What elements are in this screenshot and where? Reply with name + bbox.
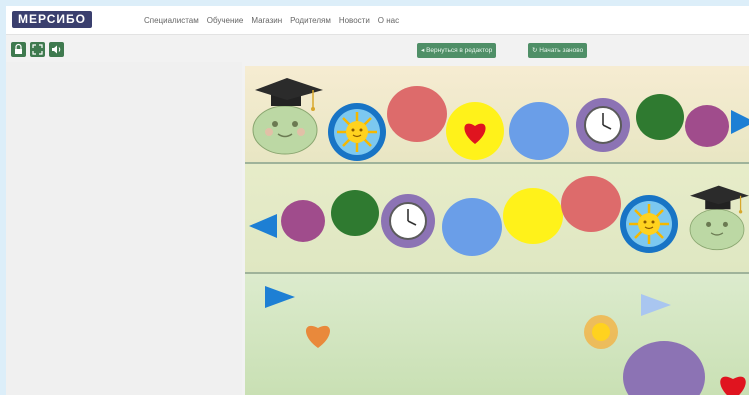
blue-circle[interactable] — [509, 102, 569, 160]
nav-link-about[interactable]: О нас — [378, 16, 399, 25]
restart-label: Начать заново — [539, 47, 584, 54]
orange-heart-icon[interactable] — [301, 320, 335, 348]
purple-circle[interactable] — [281, 200, 325, 242]
board-row-1 — [245, 66, 749, 162]
purple-circle[interactable] — [685, 105, 729, 147]
clock-in-purple-circle[interactable] — [380, 194, 436, 248]
mersibo-logo[interactable]: МЕРСИБО — [12, 11, 92, 28]
nav-link-specialists[interactable]: Специалистам — [144, 16, 199, 25]
red-circle[interactable] — [561, 176, 621, 232]
heart-in-yellow-circle[interactable] — [445, 102, 505, 160]
sun-in-blue-circle[interactable] — [619, 194, 679, 254]
restart-button[interactable]: ↻ Начать заново — [528, 43, 588, 58]
sun-in-blue-circle[interactable] — [327, 102, 387, 162]
green-circle[interactable] — [636, 94, 684, 140]
arrow-right-icon[interactable] — [265, 286, 295, 308]
sound-button[interactable] — [49, 42, 64, 57]
blue-circle[interactable] — [442, 198, 502, 256]
yellow-circle[interactable] — [503, 188, 563, 244]
back-to-editor-label: Вернуться в редактор — [426, 47, 493, 54]
arrow-right-icon[interactable] — [731, 110, 749, 134]
top-navigation: МЕРСИБО Специалистам Обучение Магазин Ро… — [6, 6, 749, 35]
nav-links: Специалистам Обучение Магазин Родителям … — [144, 6, 399, 34]
nav-link-training[interactable]: Обучение — [207, 16, 244, 25]
board-row-2 — [245, 164, 749, 272]
nav-link-news[interactable]: Новости — [339, 16, 370, 25]
clock-in-purple-circle[interactable] — [575, 98, 631, 152]
game-board — [245, 66, 749, 395]
lavender-circle[interactable] — [623, 341, 705, 395]
nav-link-parents[interactable]: Родителям — [290, 16, 331, 25]
green-circle[interactable] — [331, 190, 379, 236]
arrow-left-icon[interactable] — [249, 214, 277, 238]
app-frame: МЕРСИБО Специалистам Обучение Магазин Ро… — [6, 6, 749, 395]
fullscreen-button[interactable] — [30, 42, 45, 57]
sound-icon — [52, 45, 61, 54]
board-row-3 — [245, 274, 749, 395]
character-in-graduation-cap[interactable] — [251, 74, 327, 155]
sun-small-icon[interactable] — [581, 314, 621, 350]
fullscreen-icon — [32, 44, 43, 55]
light-blue-arrow-icon[interactable] — [641, 294, 671, 316]
nav-link-shop[interactable]: Магазин — [251, 16, 282, 25]
character-in-graduation-cap[interactable] — [685, 176, 749, 256]
back-to-editor-button[interactable]: ◂ Вернуться в редактор — [417, 43, 497, 58]
red-heart-icon[interactable] — [715, 370, 749, 395]
left-panel — [6, 62, 242, 395]
lock-icon — [15, 43, 22, 54]
red-circle[interactable] — [387, 86, 447, 142]
lock-button[interactable] — [11, 42, 26, 57]
